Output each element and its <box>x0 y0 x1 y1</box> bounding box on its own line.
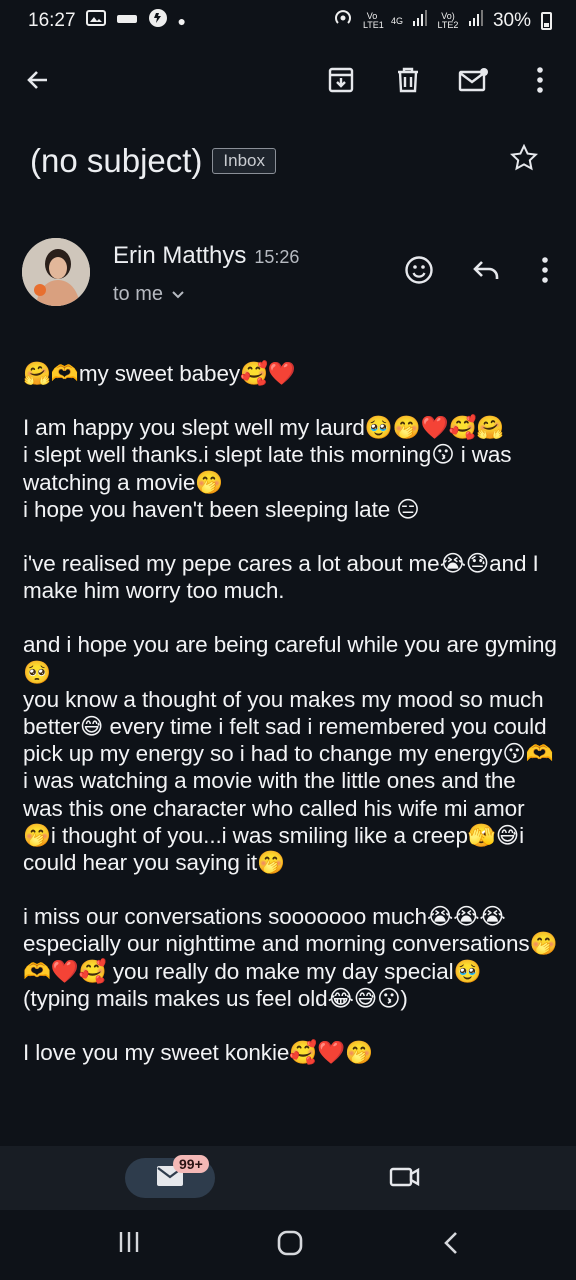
sent-time: 15:26 <box>254 247 300 267</box>
volte1-label: Vo LTE1 <box>362 11 384 30</box>
email-toolbar <box>0 52 576 108</box>
home-icon[interactable] <box>277 1230 305 1261</box>
more-vert-icon[interactable] <box>518 58 562 102</box>
meet-video-icon[interactable] <box>388 1164 422 1195</box>
email-subject: (no subject) <box>30 142 203 179</box>
body-paragraph-pepe: i've realised my pepe cares a lot about … <box>23 551 539 604</box>
signal2-icon <box>468 10 483 32</box>
more-notifications-dot: ● <box>177 13 187 29</box>
sender-avatar[interactable] <box>22 238 90 306</box>
sender-name-line: Erin Matthys 15:26 <box>113 242 299 270</box>
status-time: 16:27 <box>28 10 76 31</box>
recipient-text: to me <box>113 283 164 305</box>
app-notification-icon <box>116 10 138 32</box>
body-paragraph-sleep: I am happy you slept well my laurd🥹🤭❤️🥰🤗… <box>23 415 512 522</box>
star-icon[interactable] <box>509 143 539 177</box>
system-navigation-bar <box>0 1210 576 1280</box>
body-paragraph-greeting: 🤗🫶my sweet babey🥰❤️ <box>23 361 296 386</box>
delete-icon[interactable] <box>386 58 430 102</box>
sender-name[interactable]: Erin Matthys <box>113 242 246 269</box>
recent-apps-icon[interactable] <box>117 1230 141 1259</box>
body-paragraph-gym: and i hope you are being careful while y… <box>23 632 557 876</box>
inbox-label-badge[interactable]: Inbox <box>212 148 277 174</box>
subject-row: (no subject) Inbox <box>30 138 556 184</box>
bottom-navigation: 99+ <box>0 1146 576 1210</box>
reply-icon[interactable] <box>466 250 506 290</box>
shazam-notification-icon <box>148 8 168 34</box>
body-paragraph-miss: i miss our conversations sooooooo much😭😭… <box>23 904 558 1011</box>
add-reaction-icon[interactable] <box>399 250 439 290</box>
volte2-label: Vo) LTE2 <box>437 11 459 30</box>
archive-icon[interactable] <box>319 58 363 102</box>
signal1-icon <box>412 10 427 32</box>
hotspot-icon <box>333 8 353 34</box>
unread-count-badge: 99+ <box>173 1155 209 1173</box>
battery-icon <box>541 12 552 30</box>
sender-row: Erin Matthys 15:26 to me <box>0 236 576 316</box>
chevron-down-icon <box>171 283 185 306</box>
back-arrow-icon[interactable] <box>16 58 60 102</box>
email-body: 🤗🫶my sweet babey🥰❤️ I am happy you slept… <box>23 360 558 1093</box>
mark-unread-icon[interactable] <box>452 58 496 102</box>
message-more-vert-icon[interactable] <box>525 250 565 290</box>
battery-percent: 30% <box>492 10 531 31</box>
body-paragraph-love: I love you my sweet konkie🥰❤️🤭 <box>23 1040 374 1066</box>
recipient-details-toggle[interactable]: to me <box>113 283 185 306</box>
system-back-icon[interactable] <box>441 1230 461 1261</box>
network-4g-label: 4G <box>390 15 403 26</box>
status-bar: 16:27 ● Vo LTE1 4G Vo) LTE2 30% <box>0 0 576 42</box>
gallery-notification-icon <box>85 9 106 33</box>
